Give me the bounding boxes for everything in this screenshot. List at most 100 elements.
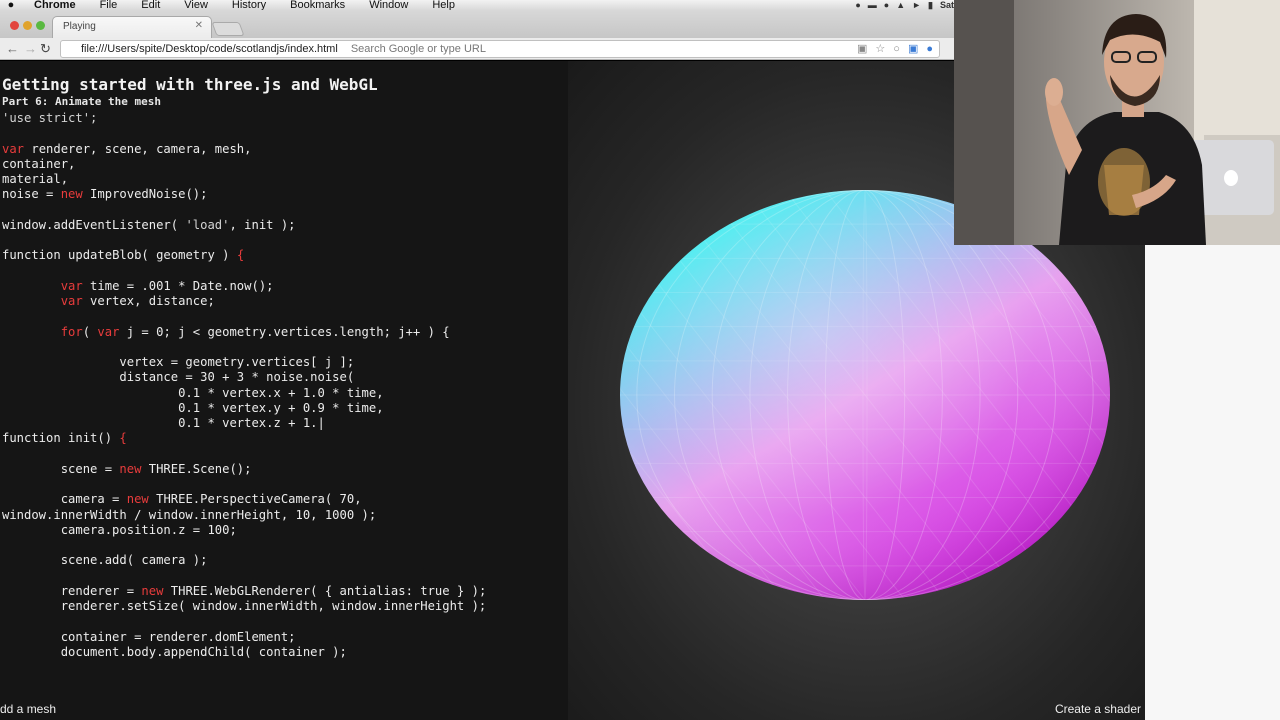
menu-file[interactable]: File bbox=[88, 0, 130, 10]
menu-status-area: ● ▬ ● ▲ ► ▮ Sat bbox=[855, 0, 954, 10]
close-window-button[interactable] bbox=[10, 21, 19, 30]
prev-slide-link[interactable]: dd a mesh bbox=[0, 702, 56, 716]
code-line: container = renderer.domElement; bbox=[2, 630, 568, 645]
code-line: container, bbox=[2, 157, 568, 172]
code-line: document.body.appendChild( container ); bbox=[2, 645, 568, 660]
code-line: 0.1 * vertex.z + 1.| bbox=[2, 416, 568, 431]
next-slide-link[interactable]: Create a shader bbox=[1055, 702, 1141, 716]
browser-toolbar: ← → ↻ file:///Users/spite/Desktop/code/s… bbox=[0, 38, 960, 60]
minimize-window-button[interactable] bbox=[23, 21, 32, 30]
battery-icon[interactable]: ▮ bbox=[928, 0, 933, 10]
code-token: ImprovedNoise(); bbox=[82, 187, 208, 202]
code-token: 0.1 * vertex.z + 1.| bbox=[2, 416, 325, 430]
new-tab-button[interactable] bbox=[211, 22, 245, 36]
code-token: THREE.PerspectiveCamera( 70, bbox=[148, 492, 362, 507]
code-token: renderer, scene, camera, mesh, bbox=[24, 141, 252, 156]
code-token: { bbox=[119, 431, 127, 446]
menu-app-name[interactable]: Chrome bbox=[22, 0, 88, 10]
code-editor[interactable]: 'use strict'; var renderer, scene, camera… bbox=[2, 111, 568, 660]
code-line: renderer.setSize( window.innerWidth, win… bbox=[2, 599, 568, 614]
code-token: function bbox=[2, 248, 61, 263]
code-line: var vertex, distance; bbox=[2, 294, 568, 309]
clock[interactable]: Sat bbox=[940, 0, 954, 10]
forward-button[interactable]: → bbox=[24, 41, 37, 56]
code-line: renderer = new THREE.WebGLRenderer( { an… bbox=[2, 584, 568, 599]
apple-logo-icon bbox=[1224, 170, 1238, 186]
code-line: scene = new THREE.Scene(); bbox=[2, 462, 568, 477]
code-token: renderer = bbox=[2, 583, 142, 598]
code-token: distance = 30 + 3 * noise.noise( bbox=[2, 370, 355, 385]
code-token: time = .001 * Date.now(); bbox=[82, 278, 274, 293]
wifi-icon[interactable]: ▲ bbox=[896, 0, 905, 10]
address-bar[interactable]: file:///Users/spite/Desktop/code/scotlan… bbox=[60, 40, 940, 58]
menu-help[interactable]: Help bbox=[420, 0, 467, 10]
presenter-video-image bbox=[954, 0, 1280, 245]
code-token: ( bbox=[82, 324, 98, 339]
bookmark-star-icon[interactable]: ☆ bbox=[875, 41, 885, 57]
background-screen bbox=[1145, 245, 1280, 720]
page-icon[interactable]: ▣ bbox=[857, 41, 867, 57]
code-token: for bbox=[60, 324, 83, 339]
code-token: var bbox=[60, 278, 83, 293]
code-line: var time = .001 * Date.now(); bbox=[2, 279, 568, 294]
code-token: vertex = geometry.vertices[ j ]; bbox=[2, 355, 355, 369]
code-token: document.body.appendChild( container ); bbox=[2, 644, 347, 659]
back-button[interactable]: ← bbox=[6, 41, 19, 56]
extension-icon[interactable]: ▣ bbox=[908, 41, 918, 57]
slide-subtitle: Part 6: Animate the mesh bbox=[2, 95, 161, 108]
tab-playing[interactable]: Playing ✕ bbox=[52, 16, 212, 38]
menu-bookmarks[interactable]: Bookmarks bbox=[278, 0, 357, 10]
extension-icon[interactable]: ○ bbox=[893, 41, 900, 57]
code-panel: Getting started with three.js and WebGL … bbox=[0, 61, 568, 720]
status-icon[interactable]: ● bbox=[884, 0, 889, 10]
close-tab-icon[interactable]: ✕ bbox=[195, 20, 203, 31]
tab-title: Playing bbox=[63, 21, 96, 32]
menu-view[interactable]: View bbox=[172, 0, 220, 10]
code-token: 0.1 * vertex.y + 0.9 * time, bbox=[2, 400, 384, 415]
volume-icon[interactable]: ► bbox=[912, 0, 921, 10]
zoom-window-button[interactable] bbox=[36, 21, 45, 30]
code-line: window.innerWidth / window.innerHeight, … bbox=[2, 508, 568, 523]
code-token: renderer.setSize( window.innerWidth, win… bbox=[2, 599, 487, 613]
extension-icon[interactable]: ● bbox=[926, 41, 933, 57]
code-token: var bbox=[97, 324, 120, 339]
code-line: vertex = geometry.vertices[ j ]; bbox=[2, 355, 568, 370]
code-token: THREE.WebGLRenderer( { antialias: true }… bbox=[163, 583, 487, 598]
code-token: j = 0; j < geometry.vertices.length; j++… bbox=[119, 324, 450, 339]
presenter-webcam bbox=[954, 0, 1280, 245]
code-token: THREE.Scene(); bbox=[141, 461, 252, 476]
code-line: function updateBlob( geometry ) { bbox=[2, 248, 568, 263]
code-token: function bbox=[2, 431, 61, 446]
status-icon[interactable]: ▬ bbox=[868, 0, 877, 10]
reload-button[interactable]: ↻ bbox=[40, 41, 51, 57]
tab-strip: Playing ✕ bbox=[0, 10, 960, 38]
code-token: init() bbox=[60, 431, 120, 446]
code-line: function init() { bbox=[2, 431, 568, 446]
code-line: camera = new THREE.PerspectiveCamera( 70… bbox=[2, 492, 568, 507]
menu-history[interactable]: History bbox=[220, 0, 278, 10]
status-icon[interactable]: ● bbox=[855, 0, 860, 10]
apple-menu-icon[interactable]: ● bbox=[0, 0, 22, 10]
code-token: camera = bbox=[2, 492, 127, 507]
code-line: distance = 30 + 3 * noise.noise( bbox=[2, 370, 568, 385]
code-token: window.addEventListener( bbox=[2, 217, 186, 232]
code-token: { bbox=[236, 248, 245, 263]
menu-edit[interactable]: Edit bbox=[129, 0, 172, 10]
omnibox-icons: ▣ ☆ ○ ▣ ● bbox=[857, 41, 933, 57]
menu-window[interactable]: Window bbox=[357, 0, 420, 10]
code-line: var renderer, scene, camera, mesh, bbox=[2, 142, 568, 157]
code-token: vertex, distance; bbox=[82, 294, 215, 308]
slide-title: Getting started with three.js and WebGL bbox=[2, 75, 378, 94]
code-token: var bbox=[60, 294, 83, 308]
